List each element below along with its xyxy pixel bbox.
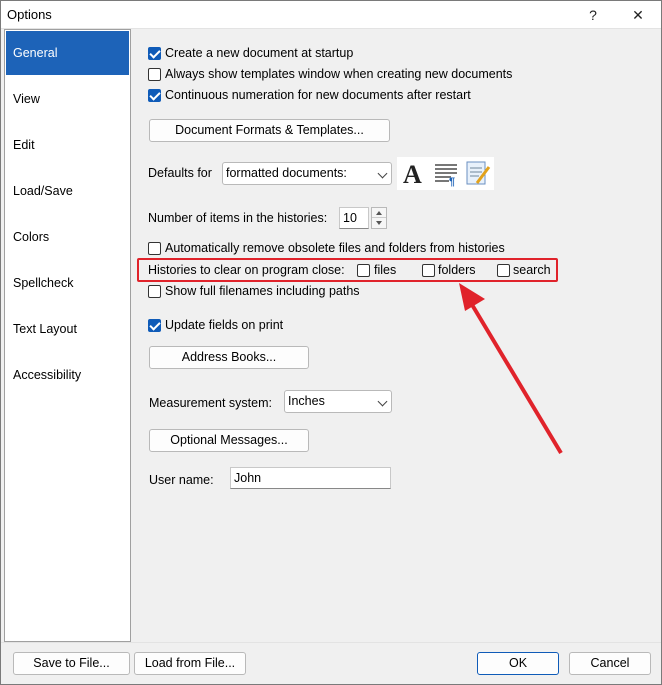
always-show-templates-checkbox[interactable] [148,68,161,81]
measurement-value: Inches [288,394,325,408]
defaults-for-value: formatted documents: [226,166,347,180]
sidebar-item-edit[interactable]: Edit [6,123,129,167]
measurement-dropdown[interactable]: Inches [284,390,392,413]
svg-text:A: A [403,160,422,189]
optional-messages-button[interactable]: Optional Messages... [149,429,309,452]
cancel-button[interactable]: Cancel [569,652,651,675]
auto-remove-obsolete-checkbox[interactable] [148,242,161,255]
update-fields-checkbox[interactable] [148,319,161,332]
chevron-down-icon [377,396,388,407]
measurement-label: Measurement system: [149,396,272,410]
show-full-filenames-label: Show full filenames including paths [165,284,360,298]
update-fields-label: Update fields on print [165,318,284,332]
sidebar-item-general[interactable]: General [6,31,129,75]
ok-button[interactable]: OK [477,652,559,675]
format-icons-group: A ¶ [397,157,494,190]
annotation-arrow-icon [459,283,563,455]
spin-up-icon[interactable] [372,208,386,218]
category-sidebar: General View Edit Load/Save Colors Spell… [4,29,131,642]
history-items-input[interactable]: 10 [339,207,369,229]
history-items-label: Number of items in the histories: [148,211,328,225]
window-title: Options [7,7,52,22]
svg-text:¶: ¶ [449,176,455,188]
sidebar-item-load-save[interactable]: Load/Save [6,169,129,213]
sidebar-item-colors[interactable]: Colors [6,215,129,259]
create-new-doc-label: Create a new document at startup [165,46,354,60]
continuous-numeration-checkbox[interactable] [148,89,161,102]
auto-remove-obsolete-label: Automatically remove obsolete files and … [165,241,505,255]
footer-divider [1,642,661,643]
history-items-spinner[interactable] [371,207,387,229]
paragraph-icon[interactable]: ¶ [435,164,457,188]
page-style-icon[interactable] [466,161,491,185]
document-formats-button[interactable]: Document Formats & Templates... [149,119,390,142]
defaults-for-dropdown[interactable]: formatted documents: [222,162,392,185]
options-dialog: Options ? ✕ General View Edit Load/Save … [0,0,662,685]
continuous-numeration-label: Continuous numeration for new documents … [165,88,471,102]
show-full-filenames-checkbox[interactable] [148,285,161,298]
defaults-for-label: Defaults for [148,166,212,180]
sidebar-item-spellcheck[interactable]: Spellcheck [6,261,129,305]
address-books-button[interactable]: Address Books... [149,346,309,369]
font-icon[interactable]: A [403,160,422,189]
save-to-file-button[interactable]: Save to File... [13,652,130,675]
sidebar-item-view[interactable]: View [6,77,129,121]
sidebar-item-accessibility[interactable]: Accessibility [6,353,129,397]
close-icon[interactable]: ✕ [618,3,658,27]
create-new-doc-checkbox[interactable] [148,47,161,60]
sidebar-item-text-layout[interactable]: Text Layout [6,307,129,351]
help-icon[interactable]: ? [573,3,613,27]
spin-down-icon[interactable] [372,218,386,228]
always-show-templates-label: Always show templates window when creati… [165,67,513,81]
title-bar: Options ? ✕ [1,1,661,29]
load-from-file-button[interactable]: Load from File... [134,652,246,675]
user-name-input[interactable]: John [230,467,391,489]
user-name-label: User name: [149,473,214,487]
chevron-down-icon [377,168,388,179]
